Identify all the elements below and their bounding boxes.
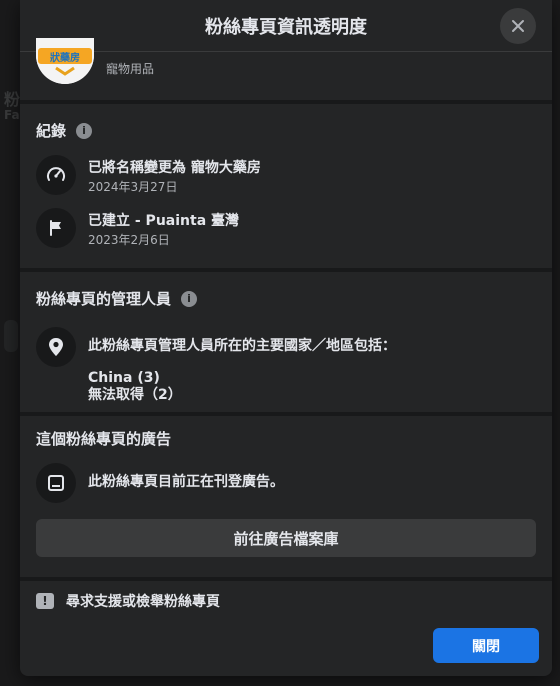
report-page-link[interactable]: ! 尋求支援或檢舉粉絲專頁 [20,581,552,621]
ads-section: 這個粉絲專頁的廣告 此粉絲專頁目前正在刊登廣告。 前往廣告檔案庫 [20,416,552,577]
admins-title: 粉絲專頁的管理人員 [36,290,172,308]
location-pin-icon [36,327,76,367]
background-panel [4,320,18,352]
ads-title: 這個粉絲專頁的廣告 [36,430,172,448]
page-logo-image: 狀藥房 [36,38,94,84]
admin-country-item: China (3) [88,370,160,386]
page-profile-row: 狀藥房 寵物用品 [20,38,552,100]
page-category: 寵物用品 [106,62,155,76]
ad-library-button[interactable]: 前往廣告檔案庫 [36,519,536,557]
history-entry-text: 已將名稱變更為 寵物大藥房 [88,160,261,176]
alert-icon: ! [36,593,54,609]
admin-country-item: 無法取得（2） [88,387,182,403]
ads-status: 此粉絲專頁目前正在刊登廣告。 [88,474,284,490]
close-button[interactable]: 關閉 [433,628,539,663]
background-text-fragment: 粉 [4,90,21,109]
background-text-fragment: Fa [4,108,20,122]
history-entry-date: 2024年3月27日 [88,180,178,194]
info-icon[interactable]: i [181,290,198,307]
admins-entry: 此粉絲專頁管理人員所在的主要國家／地區包括： China (3) 無法取得（2） [36,317,536,410]
history-entry-text: 已建立 - Puainta 臺灣 [88,213,240,229]
close-dialog-button[interactable] [500,8,536,44]
history-entry: 已將名稱變更為 寵物大藥房 2024年3月27日 [36,149,536,202]
close-icon [512,20,524,32]
ad-screen-icon [36,463,76,503]
history-entry-date: 2023年2月6日 [88,233,170,247]
history-entry: 已建立 - Puainta 臺灣 2023年2月6日 [36,202,536,255]
svg-text:狀藥房: 狀藥房 [50,51,80,64]
transparency-dialog: 粉絲專頁資訊透明度 狀藥房 寵物用品 紀錄 i 已將名稱變更為 寵物大藥房 20… [20,0,552,676]
ads-entry: 此粉絲專頁目前正在刊登廣告。 [36,457,536,509]
report-page-label: 尋求支援或檢舉粉絲專頁 [66,594,220,610]
flag-icon [36,208,76,248]
admins-section: 粉絲專頁的管理人員 i 此粉絲專頁管理人員所在的主要國家／地區包括： China… [20,272,552,412]
info-icon[interactable]: i [76,122,93,139]
speedometer-icon [36,155,76,195]
dialog-title: 粉絲專頁資訊透明度 [205,16,367,38]
history-section: 紀錄 i 已將名稱變更為 寵物大藥房 2024年3月27日 已建立 - Puai… [20,104,552,268]
history-title: 紀錄 [36,122,67,140]
admins-description: 此粉絲專頁管理人員所在的主要國家／地區包括： [88,338,396,354]
dialog-header: 粉絲專頁資訊透明度 [20,0,552,52]
page-avatar: 狀藥房 [36,38,94,84]
